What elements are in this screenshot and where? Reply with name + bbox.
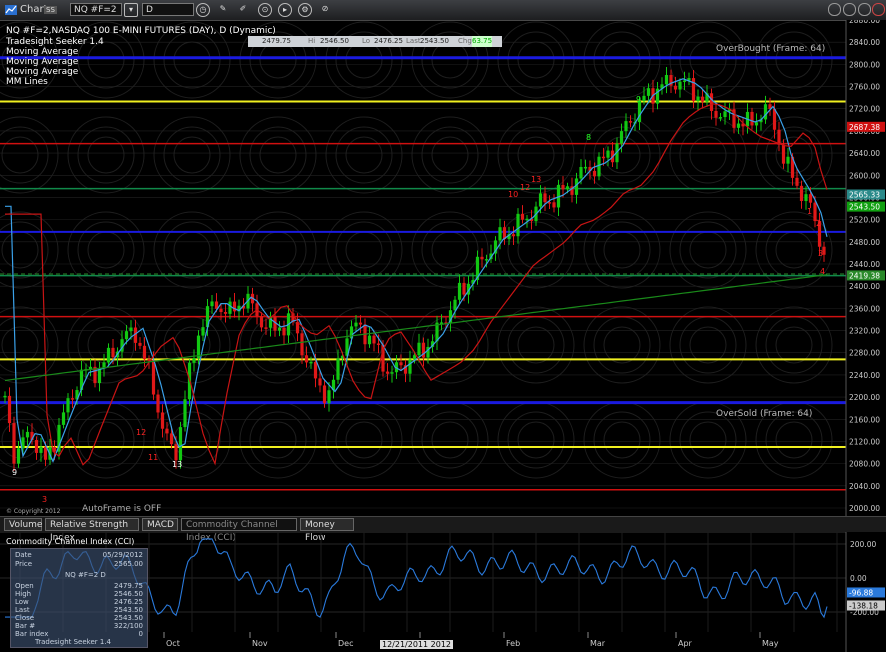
- draw-icon[interactable]: ✐: [236, 3, 250, 17]
- title-badge: SS: [44, 6, 57, 14]
- svg-text:13: 13: [531, 175, 541, 184]
- tab-rsi[interactable]: Relative Strength Index: [45, 518, 139, 543]
- svg-text:2840.00: 2840.00: [849, 38, 880, 47]
- legend-symbol: NQ #F=2,NASDAQ 100 E-MINI FUTURES (DAY),…: [6, 26, 276, 36]
- play-icon[interactable]: ▸: [278, 3, 292, 17]
- svg-text:2480.00: 2480.00: [849, 238, 880, 247]
- ohlc-last: 2543.50: [420, 37, 449, 45]
- svg-text:Feb: Feb: [506, 639, 520, 648]
- svg-text:2720.00: 2720.00: [849, 105, 880, 114]
- svg-text:2360.00: 2360.00: [849, 304, 880, 313]
- data-window: Date 05/29/2012 Price 2565.00 NQ #F=2 D Op…: [10, 548, 148, 648]
- svg-text:Dec: Dec: [338, 639, 353, 648]
- cci-title: Commodity Channel Index (CCI): [6, 537, 135, 546]
- svg-text:Nov: Nov: [252, 639, 268, 648]
- svg-text:9: 9: [636, 95, 641, 104]
- svg-text:2: 2: [816, 219, 821, 228]
- svg-text:3: 3: [42, 495, 47, 504]
- svg-text:8: 8: [586, 133, 591, 142]
- close-icon[interactable]: [872, 3, 885, 16]
- indicator-tabs: Volume Relative Strength Index MACD Comm…: [0, 516, 886, 543]
- svg-text:2160.00: 2160.00: [849, 415, 880, 424]
- mm-lines: [0, 56, 846, 491]
- tab-volume[interactable]: Volume: [4, 518, 42, 531]
- legend-seeker: Tradesight Seeker 1.4: [6, 37, 104, 47]
- svg-text:Mar: Mar: [590, 639, 606, 648]
- tab-money-flow[interactable]: Money Flow: [300, 518, 354, 543]
- date-marker: 12/21/2011 2012: [380, 640, 454, 649]
- svg-text:2419.38: 2419.38: [849, 271, 880, 280]
- svg-text:2640.00: 2640.00: [849, 149, 880, 158]
- svg-text:2080.00: 2080.00: [849, 460, 880, 469]
- svg-text:10: 10: [508, 190, 518, 199]
- ohlc-change: 63.75: [472, 36, 493, 47]
- time-axis: OctNovDecJanFebMarAprMay: [163, 632, 779, 648]
- toolbar: Chart SS NQ #F=2 ▾ D ◷ ✎ ✐ ⊙ ▸ ⚙ ⊘: [0, 0, 886, 21]
- pencil-icon[interactable]: ✎: [216, 3, 230, 17]
- svg-text:11: 11: [148, 453, 158, 462]
- svg-text:2800.00: 2800.00: [849, 60, 880, 69]
- svg-text:2543.50: 2543.50: [849, 203, 880, 212]
- symbol-dropdown-icon[interactable]: ▾: [124, 3, 138, 17]
- tab-cci[interactable]: Commodity Channel Index (CCI): [181, 518, 297, 543]
- ohlc-readout: 2479.75 Hi 2546.50 Lo 2476.25 Last 2543.…: [248, 36, 502, 47]
- svg-text:2280.00: 2280.00: [849, 349, 880, 358]
- maximize-icon[interactable]: [858, 3, 871, 16]
- svg-text:2000.00: 2000.00: [849, 504, 880, 513]
- svg-text:4: 4: [820, 267, 825, 276]
- svg-text:May: May: [762, 639, 779, 648]
- svg-text:2565.33: 2565.33: [849, 190, 880, 199]
- legend-ma1: Moving Average: [6, 47, 79, 57]
- zoom-icon[interactable]: ⊙: [258, 3, 272, 17]
- svg-text:2120.00: 2120.00: [849, 437, 880, 446]
- svg-text:12: 12: [520, 183, 530, 192]
- svg-text:-96.88: -96.88: [849, 588, 873, 597]
- svg-text:13: 13: [172, 460, 182, 469]
- price-chart[interactable]: 93111213101213891234 2880.002840.002800.…: [0, 20, 886, 516]
- svg-text:2040.00: 2040.00: [849, 482, 880, 491]
- svg-text:9: 9: [12, 468, 17, 477]
- svg-text:2687.38: 2687.38: [849, 123, 880, 132]
- settings-icon[interactable]: ⚙: [298, 3, 312, 17]
- svg-text:2200.00: 2200.00: [849, 393, 880, 402]
- symbol-input[interactable]: NQ #F=2: [70, 3, 122, 16]
- legend-ma2: Moving Average: [6, 57, 79, 67]
- svg-text:2880.00: 2880.00: [849, 20, 880, 25]
- svg-text:2400.00: 2400.00: [849, 282, 880, 291]
- minimize-icon[interactable]: [843, 3, 856, 16]
- svg-text:2520.00: 2520.00: [849, 216, 880, 225]
- svg-text:2240.00: 2240.00: [849, 371, 880, 380]
- svg-text:3: 3: [818, 249, 823, 258]
- link-icon[interactable]: ⊘: [318, 3, 332, 17]
- svg-text:Apr: Apr: [678, 639, 693, 648]
- price-grid: [0, 20, 846, 509]
- chart-icon: [5, 5, 17, 15]
- svg-text:2760.00: 2760.00: [849, 83, 880, 92]
- svg-text:2600.00: 2600.00: [849, 171, 880, 180]
- ohlc-open: 2479.75: [262, 37, 291, 45]
- svg-text:2320.00: 2320.00: [849, 327, 880, 336]
- tab-macd[interactable]: MACD: [142, 518, 178, 531]
- clock-icon[interactable]: ◷: [196, 3, 210, 17]
- legend-ma3: Moving Average: [6, 67, 79, 77]
- overbought-label: OverBought (Frame: 64): [716, 44, 826, 54]
- svg-text:Oct: Oct: [166, 639, 180, 648]
- svg-text:-138.18: -138.18: [849, 601, 878, 610]
- autoframe-label: AutoFrame is OFF: [82, 504, 162, 514]
- help-icon[interactable]: [828, 3, 841, 16]
- copyright-label: © Copyright 2012: [6, 508, 61, 515]
- svg-text:1: 1: [807, 207, 812, 216]
- legend-mm: MM Lines: [6, 77, 48, 87]
- ohlc-low: 2476.25: [374, 37, 403, 45]
- svg-text:12: 12: [136, 428, 146, 437]
- ohlc-high: 2546.50: [320, 37, 349, 45]
- oversold-label: OverSold (Frame: 64): [716, 409, 813, 419]
- interval-select[interactable]: D: [142, 3, 194, 16]
- svg-text:200.00: 200.00: [850, 540, 876, 549]
- svg-text:0.00: 0.00: [850, 574, 867, 583]
- svg-text:2440.00: 2440.00: [849, 260, 880, 269]
- chart-window: Chart SS NQ #F=2 ▾ D ◷ ✎ ✐ ⊙ ▸ ⚙ ⊘ 9 3 11 1…: [0, 0, 886, 652]
- moving-averages: [4, 78, 828, 466]
